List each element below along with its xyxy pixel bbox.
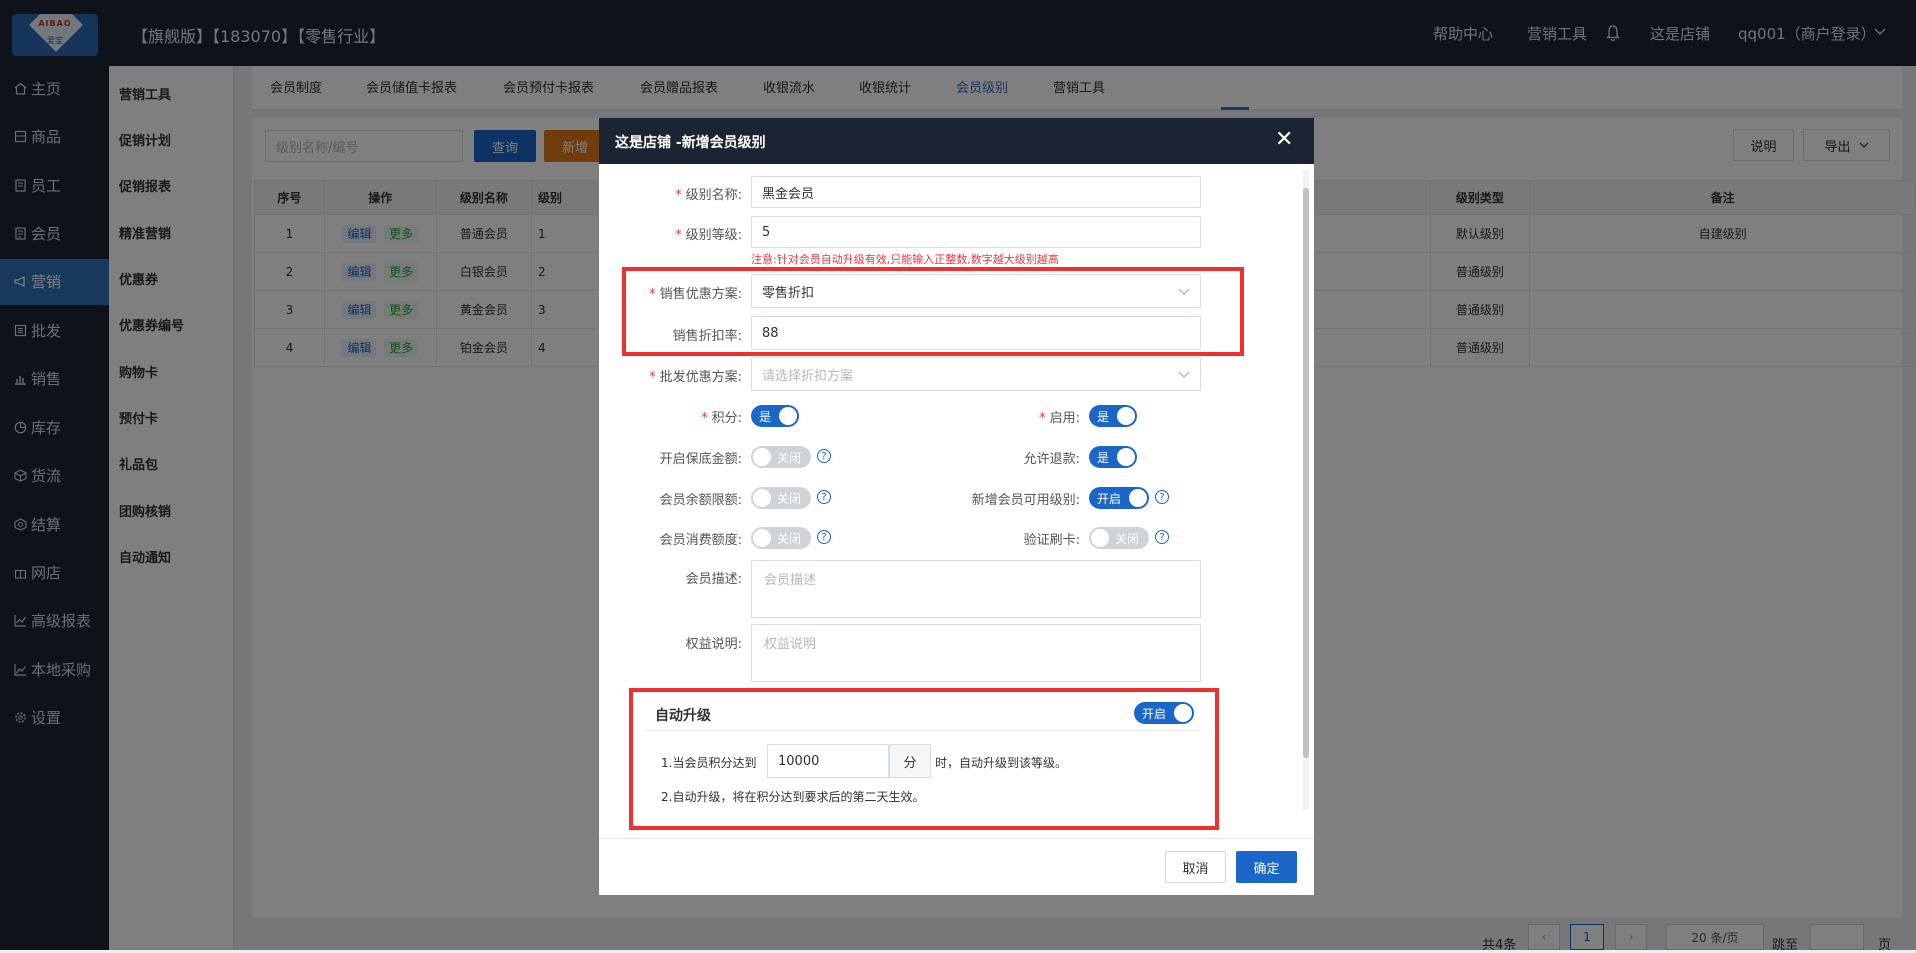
help-icon[interactable]: ? — [817, 490, 831, 504]
refund-label: 允许退款: — [1023, 452, 1080, 467]
enable-label: * 启用: — [1039, 411, 1080, 426]
help-icon[interactable]: ? — [1155, 490, 1169, 504]
points-toggle[interactable]: 是 — [751, 405, 799, 427]
level-rank-label: * 级别等级: — [675, 228, 742, 243]
new-member-level-toggle[interactable]: 开启 — [1089, 487, 1149, 509]
balance-limit-toggle[interactable]: 关闭 — [751, 487, 811, 509]
member-desc-label: 会员描述: — [685, 572, 742, 587]
dialog-title: 这是店铺 -新增会员级别 — [615, 135, 766, 151]
new-member-level-label: 新增会员可用级别: — [971, 493, 1080, 508]
balance-limit-label: 会员余额限额: — [659, 493, 742, 508]
floor-amount-label: 开启保底金额: — [659, 452, 742, 467]
footer-divider — [599, 838, 1314, 839]
rights-desc-textarea[interactable]: 权益说明 — [751, 624, 1201, 682]
help-icon[interactable]: ? — [817, 530, 831, 544]
highlight-box — [622, 267, 1244, 356]
rights-desc-label: 权益说明: — [685, 637, 742, 652]
rank-hint: 注意:针对会员自动升级有效,只能输入正整数,数字越大级别越高 — [751, 253, 1059, 266]
refund-toggle[interactable]: 是 — [1089, 446, 1137, 468]
spend-limit-label: 会员消费额度: — [659, 533, 742, 548]
points-label: * 积分: — [701, 411, 742, 426]
level-rank-input[interactable]: 5 — [751, 216, 1201, 248]
wholesale-scheme-select[interactable]: 请选择折扣方案 — [751, 357, 1201, 391]
verify-card-label: 验证刷卡: — [1023, 533, 1080, 548]
help-icon[interactable]: ? — [1155, 530, 1169, 544]
cancel-button[interactable]: 取消 — [1165, 851, 1226, 883]
level-name-label: * 级别名称: — [675, 188, 742, 203]
verify-card-toggle[interactable]: 关闭 — [1089, 527, 1149, 549]
confirm-button[interactable]: 确定 — [1236, 851, 1297, 883]
dialog-header: 这是店铺 -新增会员级别 ✕ — [599, 118, 1314, 164]
wholesale-scheme-label: * 批发优惠方案: — [649, 370, 742, 385]
chevron-down-icon — [1178, 371, 1190, 378]
help-icon[interactable]: ? — [817, 449, 831, 463]
member-desc-textarea[interactable]: 会员描述 — [751, 560, 1201, 618]
level-name-input[interactable]: 黑金会员 — [751, 176, 1201, 208]
spend-limit-toggle[interactable]: 关闭 — [751, 527, 811, 549]
enable-toggle[interactable]: 是 — [1089, 405, 1137, 427]
highlight-box — [629, 688, 1219, 830]
scrollbar-thumb[interactable] — [1303, 188, 1309, 758]
close-icon[interactable]: ✕ — [1275, 129, 1293, 151]
floor-amount-toggle[interactable]: 关闭 — [751, 446, 811, 468]
